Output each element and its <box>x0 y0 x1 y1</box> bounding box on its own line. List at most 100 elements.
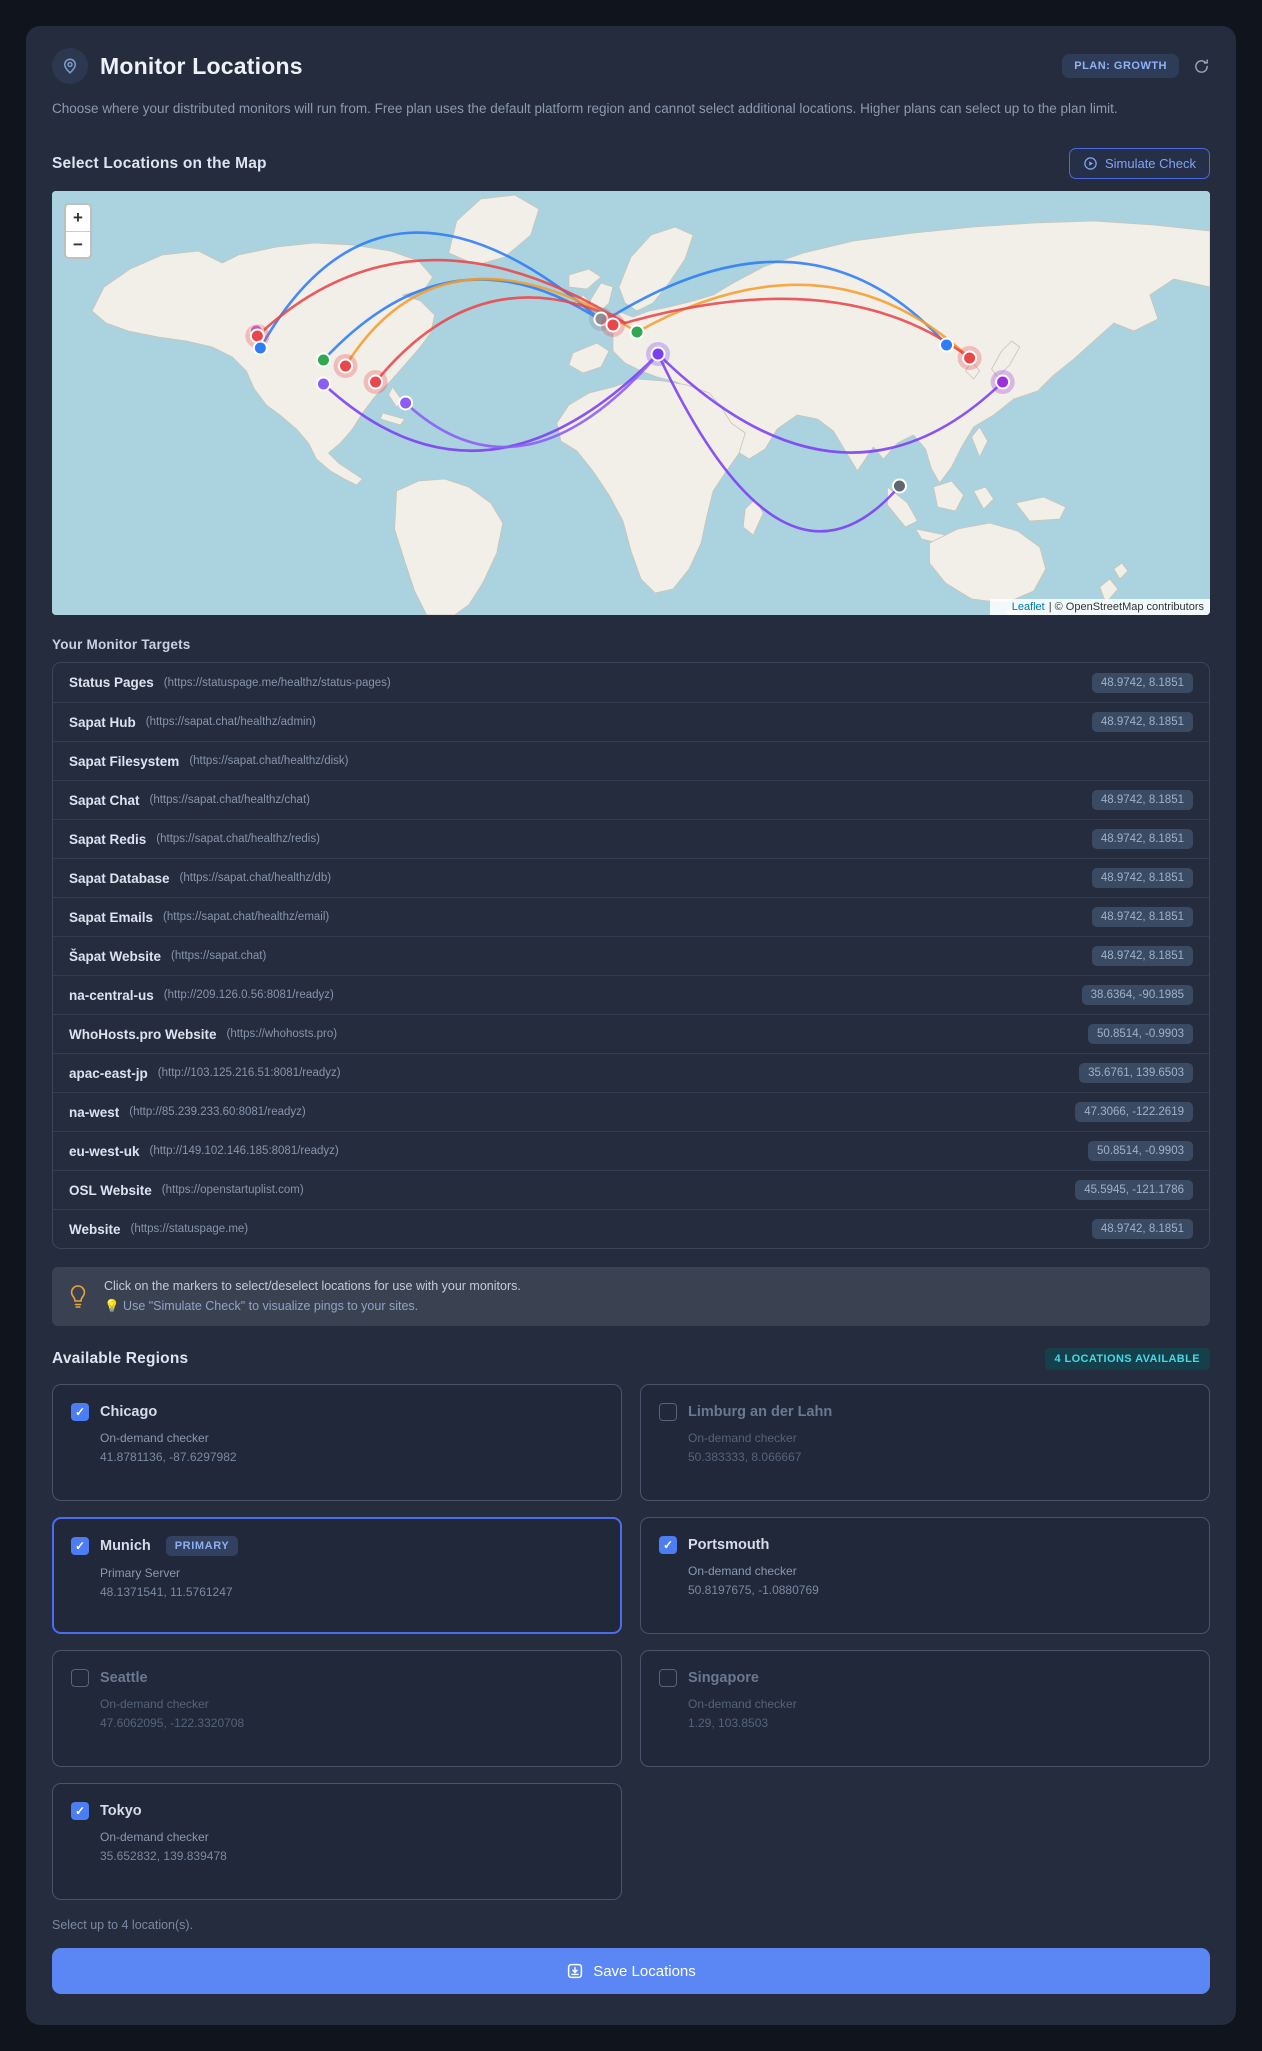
region-coordinates: 35.652832, 139.839478 <box>100 1849 227 1864</box>
region-name: Chicago <box>100 1404 158 1421</box>
region-name: Limburg an der Lahn <box>688 1404 833 1421</box>
target-coordinates-pill: 48.9742, 8.1851 <box>1091 790 1193 811</box>
target-coordinates-pill: 35.6761, 139.6503 <box>1079 1063 1193 1084</box>
tip-line-2: 💡 Use "Simulate Check" to visualize ping… <box>104 1298 419 1313</box>
target-coordinates-pill: 48.9742, 8.1851 <box>1091 672 1193 693</box>
target-url: (https://sapat.chat/healthz/chat) <box>149 794 310 807</box>
select-limit-note: Select up to 4 location(s). <box>52 1918 194 1933</box>
map-location-marker[interactable] <box>605 317 621 333</box>
osm-attribution-text: | © OpenStreetMap contributors <box>1048 601 1204 614</box>
region-coordinates: 41.8781136, -87.6297982 <box>100 1450 237 1465</box>
map-location-marker[interactable] <box>939 337 955 353</box>
simulate-check-button[interactable]: Simulate Check <box>1068 148 1210 180</box>
location-pin-icon <box>52 48 88 84</box>
monitor-targets-list: Status Pages (https://statuspage.me/heal… <box>52 662 1210 1250</box>
target-url: (https://sapat.chat/healthz/disk) <box>189 755 349 768</box>
target-name: na-west <box>69 1104 120 1120</box>
map-location-marker[interactable] <box>249 328 265 344</box>
region-card-tokyo[interactable]: ✓ Tokyo On-demand checker 35.652832, 139… <box>52 1783 622 1901</box>
target-name: Šapat Website <box>69 948 162 964</box>
target-name: WhoHosts.pro Website <box>69 1026 217 1042</box>
target-name: Status Pages <box>69 675 154 691</box>
map-zoom-in-button[interactable]: + <box>66 205 90 232</box>
target-coordinates-pill: 47.3066, -122.2619 <box>1075 1102 1193 1123</box>
map-location-marker[interactable] <box>337 358 354 374</box>
map-zoom-control: + − <box>64 203 92 260</box>
region-coordinates: 50.383333, 8.066667 <box>688 1450 802 1465</box>
monitor-locations-panel: Monitor Locations PLAN: GROWTH Choose wh… <box>26 26 1236 2025</box>
target-url: (https://sapat.chat/healthz/redis) <box>156 833 320 846</box>
target-coordinates-pill: 50.8514, -0.9903 <box>1088 1141 1193 1162</box>
target-name: eu-west-uk <box>69 1143 140 1159</box>
region-subtitle: On-demand checker <box>688 1431 797 1446</box>
region-card-limburg-an-der-lahn[interactable]: Limburg an der Lahn On-demand checker 50… <box>640 1384 1210 1502</box>
target-coordinates-pill: 48.9742, 8.1851 <box>1091 1219 1193 1240</box>
region-card-seattle[interactable]: Seattle On-demand checker 47.6062095, -1… <box>52 1650 622 1768</box>
region-subtitle: Primary Server <box>100 1566 181 1581</box>
map-attribution: Leaflet | © OpenStreetMap contributors <box>989 599 1210 616</box>
target-coordinates-pill: 38.6364, -90.1985 <box>1081 985 1193 1006</box>
play-circle-icon <box>1084 157 1097 171</box>
region-coordinates: 47.6062095, -122.3320708 <box>100 1716 245 1731</box>
map-location-marker[interactable] <box>315 376 331 392</box>
target-name: na-central-us <box>69 987 154 1003</box>
target-url: (https://sapat.chat/healthz/admin) <box>145 716 316 729</box>
target-url: (https://statuspage.me) <box>130 1223 249 1236</box>
world-map[interactable]: + − Leaflet | © OpenStreetMap contributo… <box>52 191 1210 616</box>
region-card-singapore[interactable]: Singapore On-demand checker 1.29, 103.85… <box>640 1650 1210 1768</box>
lightbulb-icon <box>70 1284 86 1308</box>
target-url: (https://openstartuplist.com) <box>161 1184 304 1197</box>
target-coordinates-pill: 48.9742, 8.1851 <box>1091 907 1193 928</box>
target-name: Sapat Emails <box>69 909 154 925</box>
region-subtitle: On-demand checker <box>100 1697 209 1712</box>
target-coordinates-pill: 45.5945, -121.1786 <box>1075 1180 1193 1201</box>
region-card-munich[interactable]: ✓ Munich PRIMARY Primary Server 48.13715… <box>52 1517 622 1635</box>
target-coordinates-pill: 48.9742, 8.1851 <box>1091 946 1193 967</box>
tip-box: Click on the markers to select/deselect … <box>52 1267 1210 1327</box>
target-url: (https://whohosts.pro) <box>226 1028 338 1041</box>
region-checkbox[interactable]: ✓ <box>659 1536 677 1555</box>
leaflet-link[interactable]: Leaflet <box>1012 601 1045 613</box>
target-name: OSL Website <box>69 1182 152 1198</box>
target-row: Sapat Emails (https://sapat.chat/healthz… <box>53 897 1209 937</box>
region-checkbox[interactable] <box>71 1669 89 1688</box>
region-checkbox[interactable]: ✓ <box>71 1537 89 1556</box>
map-location-marker[interactable] <box>995 374 1011 390</box>
refresh-icon[interactable] <box>1193 58 1210 75</box>
region-card-chicago[interactable]: ✓ Chicago On-demand checker 41.8781136, … <box>52 1384 622 1502</box>
region-name: Portsmouth <box>688 1537 770 1554</box>
region-card-portsmouth[interactable]: ✓ Portsmouth On-demand checker 50.819767… <box>640 1517 1210 1635</box>
plan-badge: PLAN: GROWTH <box>1062 54 1179 78</box>
map-location-marker[interactable] <box>368 374 384 390</box>
target-url: (http://85.239.233.60:8081/readyz) <box>129 1106 306 1119</box>
region-name: Seattle <box>100 1670 148 1687</box>
region-checkbox[interactable]: ✓ <box>71 1403 89 1422</box>
region-checkbox[interactable]: ✓ <box>71 1802 89 1821</box>
tip-line-1: Click on the markers to select/deselect … <box>104 1279 521 1294</box>
map-zoom-out-button[interactable]: − <box>66 231 90 258</box>
map-location-marker[interactable] <box>398 395 414 411</box>
target-row: Website (https://statuspage.me) 48.9742,… <box>53 1209 1209 1249</box>
ukraine-flag-icon <box>996 603 1008 611</box>
save-locations-button[interactable]: Save Locations <box>52 1948 1210 1995</box>
save-icon <box>568 1963 583 1979</box>
map-section-title: Select Locations on the Map <box>52 154 267 172</box>
map-location-marker[interactable] <box>891 478 907 494</box>
target-row: Šapat Website (https://sapat.chat) 48.97… <box>53 936 1209 976</box>
map-location-marker[interactable] <box>629 324 645 340</box>
region-name: Singapore <box>688 1670 759 1687</box>
region-grid: ✓ Chicago On-demand checker 41.8781136, … <box>52 1384 1210 1901</box>
target-name: Sapat Filesystem <box>69 753 180 769</box>
target-name: apac-east-jp <box>69 1065 148 1081</box>
target-row: WhoHosts.pro Website (https://whohosts.p… <box>53 1014 1209 1054</box>
map-location-marker[interactable] <box>650 346 666 362</box>
map-location-marker[interactable] <box>962 350 978 366</box>
target-name: Sapat Redis <box>69 831 147 847</box>
target-url: (http://209.126.0.56:8081/readyz) <box>163 989 334 1002</box>
region-checkbox[interactable] <box>659 1403 677 1422</box>
primary-badge: PRIMARY <box>165 1536 239 1557</box>
region-checkbox[interactable] <box>659 1669 677 1688</box>
map-location-marker[interactable] <box>252 340 268 356</box>
map-location-marker[interactable] <box>315 352 331 368</box>
region-subtitle: On-demand checker <box>100 1431 209 1446</box>
